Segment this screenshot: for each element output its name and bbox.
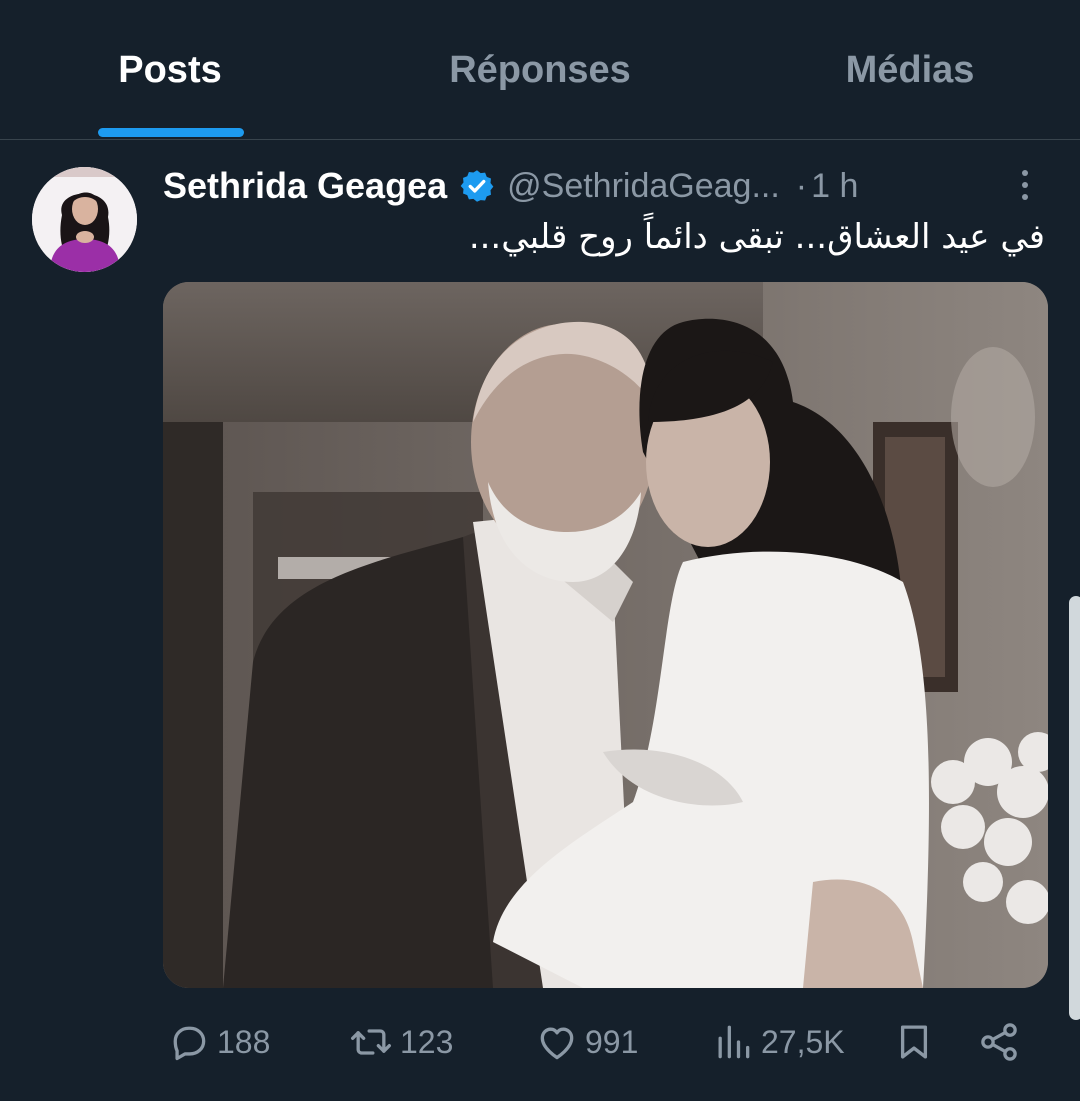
view-count: 27,5K — [761, 1023, 845, 1060]
profile-timeline: Posts Réponses Médias Sethrida Geagea @S… — [0, 0, 1080, 1101]
author-handle[interactable]: @SethridaGeag... — [507, 167, 780, 206]
like-button[interactable]: 991 — [535, 1017, 638, 1067]
reply-icon — [173, 1026, 206, 1061]
tweet-text: في عيد العشاق... تبقى دائماً روح قلبي... — [468, 217, 1045, 257]
active-tab-indicator — [98, 128, 244, 137]
profile-tabs: Posts Réponses Médias — [0, 0, 1080, 140]
scrollbar[interactable] — [1069, 596, 1080, 1020]
retweet-icon — [351, 1029, 391, 1055]
retweet-button[interactable]: 123 — [348, 1017, 453, 1067]
reply-count: 188 — [217, 1023, 271, 1060]
views-button[interactable]: 27,5K — [711, 1017, 845, 1067]
verified-badge-icon — [460, 170, 494, 202]
tweet-header: Sethrida Geagea @SethridaGeag... · 1 h — [163, 163, 1043, 209]
bookmark-icon — [900, 1025, 928, 1059]
share-button[interactable] — [977, 1017, 1021, 1067]
tab-replies[interactable]: Réponses — [400, 0, 680, 140]
separator-dot: · — [795, 166, 808, 205]
tweet-actions: 188 123 991 27,5K — [163, 1017, 1048, 1067]
tweet-photo[interactable] — [163, 282, 1048, 988]
reply-button[interactable]: 188 — [167, 1017, 270, 1067]
avatar[interactable] — [32, 167, 137, 272]
photo-illustration — [163, 282, 1048, 988]
timestamp[interactable]: 1 h — [811, 167, 858, 206]
bookmark-button[interactable] — [893, 1017, 935, 1067]
tab-media[interactable]: Médias — [800, 0, 1020, 140]
like-count: 991 — [585, 1023, 639, 1060]
share-icon — [981, 1023, 1017, 1061]
tweet[interactable]: Sethrida Geagea @SethridaGeag... · 1 h ف… — [0, 141, 1080, 1101]
retweet-count: 123 — [400, 1023, 454, 1060]
tab-posts[interactable]: Posts — [70, 0, 270, 140]
views-chart-icon — [718, 1025, 750, 1059]
heart-icon — [540, 1027, 574, 1060]
more-options-icon[interactable] — [1012, 163, 1038, 207]
author-name[interactable]: Sethrida Geagea — [163, 165, 447, 207]
